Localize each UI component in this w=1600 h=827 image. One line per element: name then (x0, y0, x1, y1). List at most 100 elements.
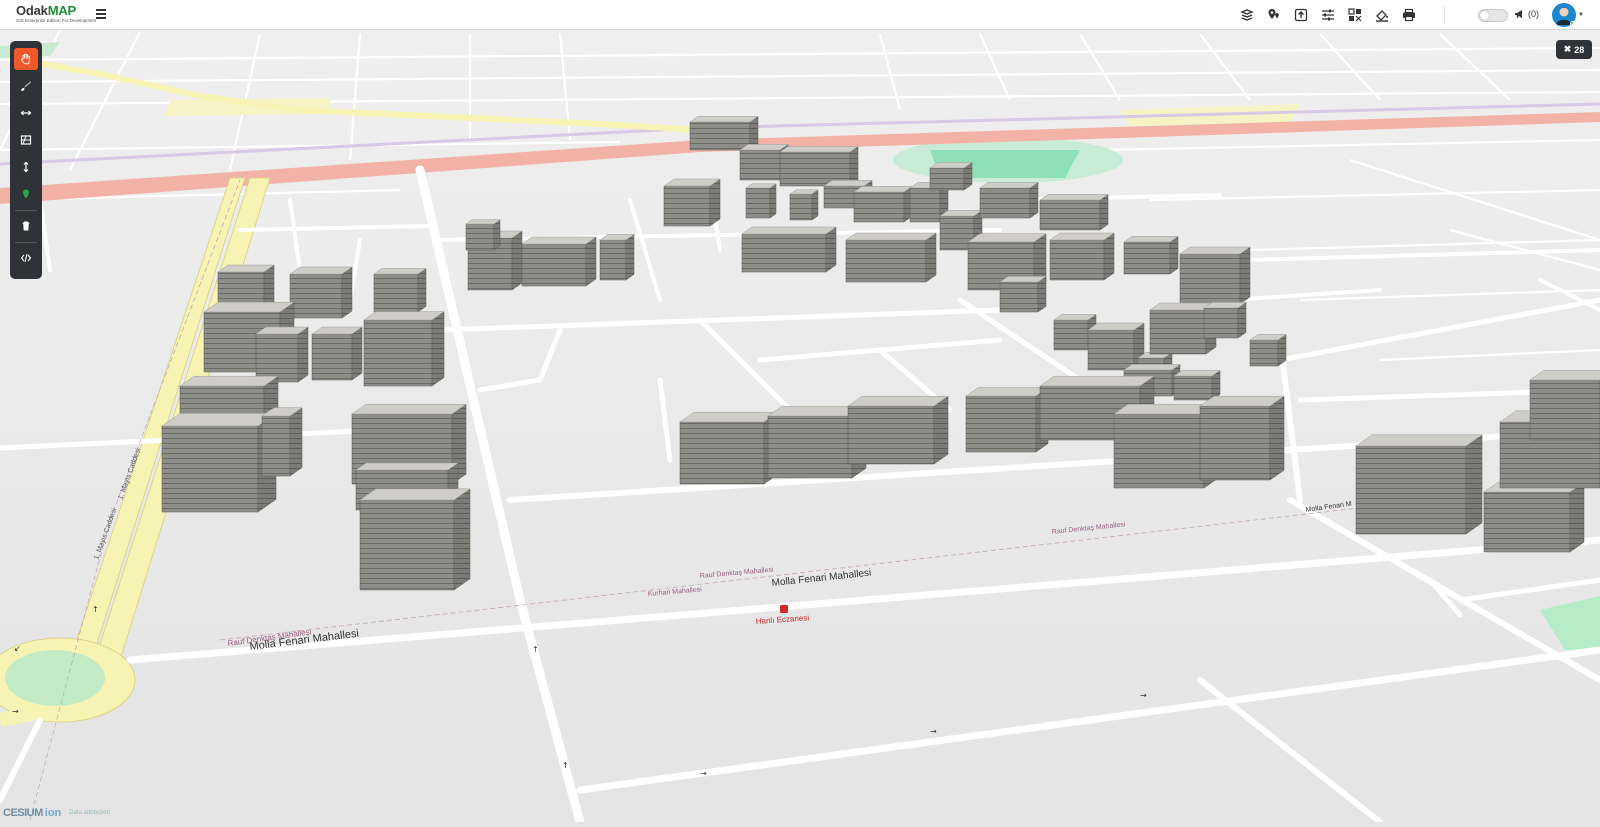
building-roof (1087, 322, 1145, 331)
building[interactable] (1529, 369, 1600, 441)
building-facade (1355, 445, 1467, 535)
measure-area-icon (20, 135, 32, 145)
data-attribution-link[interactable]: Data attribution (69, 810, 110, 816)
measure-height-button[interactable] (14, 156, 38, 178)
building[interactable] (1123, 235, 1179, 275)
building[interactable] (1483, 481, 1585, 553)
building[interactable] (359, 488, 471, 591)
building-side (933, 395, 949, 465)
pan-tool-button[interactable] (14, 48, 38, 70)
building-roof (689, 116, 759, 123)
building-roof (521, 236, 597, 245)
building[interactable] (1355, 434, 1483, 535)
print-icon[interactable] (1400, 6, 1418, 24)
map-viewport[interactable]: ↑ ↑ → → → ↑ ↙ → Molla Fenari Mahallesi M… (0, 29, 1600, 827)
building-roof (1039, 375, 1155, 387)
building[interactable] (1249, 333, 1287, 367)
building[interactable] (853, 185, 913, 223)
building[interactable] (1039, 193, 1109, 231)
app-logo[interactable]: OdakMAP GIS Enterprise Edition For Devel… (16, 3, 96, 26)
building[interactable] (289, 266, 353, 319)
cesium-credit[interactable]: CESIUM ion Data attribution (3, 806, 110, 820)
clear-button[interactable] (14, 215, 38, 237)
building[interactable] (465, 219, 501, 251)
building-facade (979, 187, 1031, 219)
measure-distance-icon (20, 110, 32, 116)
sliders-icon[interactable] (1319, 6, 1337, 24)
close-icon[interactable]: ✖ (1564, 44, 1572, 55)
building[interactable] (1087, 322, 1145, 371)
building[interactable] (521, 236, 597, 287)
building[interactable] (679, 411, 779, 485)
building-roof (979, 182, 1039, 189)
megaphone-icon (1515, 10, 1522, 19)
building-facade (161, 425, 259, 513)
layers-icon[interactable] (1238, 6, 1256, 24)
building-facade (1049, 239, 1105, 281)
notifications-button[interactable]: (0) (1514, 9, 1539, 19)
building[interactable] (1199, 395, 1285, 481)
building-roof (1199, 395, 1285, 407)
building-facade (1483, 491, 1571, 553)
building[interactable] (999, 275, 1047, 313)
chevron-down-icon[interactable]: ▼ (1578, 12, 1584, 18)
grid-tools-icon[interactable] (1346, 6, 1364, 24)
building[interactable] (779, 145, 859, 187)
building[interactable] (1173, 369, 1221, 401)
building[interactable] (979, 181, 1039, 219)
building[interactable] (1203, 301, 1247, 339)
building[interactable] (311, 326, 363, 381)
theme-toggle[interactable] (1478, 9, 1508, 22)
point-marker-button[interactable] (14, 183, 38, 205)
header-tools (1238, 6, 1418, 24)
building[interactable] (161, 412, 277, 513)
building[interactable] (1049, 232, 1115, 281)
code-button[interactable] (14, 247, 38, 269)
location-pins-icon[interactable] (1265, 6, 1283, 24)
building[interactable] (745, 183, 777, 219)
building-side (493, 219, 501, 251)
building[interactable] (373, 267, 427, 313)
svg-text:→: → (700, 769, 707, 778)
building-facade (1053, 319, 1089, 351)
building-facade (1113, 413, 1205, 489)
building[interactable] (965, 387, 1049, 453)
selection-count: 28 (1574, 44, 1585, 55)
measure-distance-button[interactable] (14, 102, 38, 124)
selection-count-badge[interactable]: ✖ 28 (1556, 40, 1592, 59)
building[interactable] (663, 178, 721, 227)
building-roof (359, 488, 471, 501)
draw-tool-button[interactable] (14, 75, 38, 97)
building-roof (203, 301, 295, 313)
building-roof (741, 226, 837, 235)
building-roof (965, 387, 1049, 397)
building-facade (965, 395, 1037, 453)
building[interactable] (255, 326, 309, 383)
toolbar-separator (15, 242, 37, 243)
building[interactable] (845, 232, 937, 283)
building[interactable] (789, 189, 819, 221)
building-roof (999, 276, 1047, 283)
building-side (1169, 235, 1179, 275)
menu-hamburger-icon[interactable] (96, 9, 106, 19)
svg-text:↑: ↑ (562, 761, 569, 770)
building[interactable] (1179, 246, 1251, 305)
building-facade (679, 421, 765, 485)
paint-bucket-icon[interactable] (1373, 6, 1391, 24)
measure-area-button[interactable] (14, 129, 38, 151)
building-side (511, 230, 523, 291)
upload-icon[interactable] (1292, 6, 1310, 24)
building[interactable] (847, 395, 949, 465)
building-side (625, 233, 635, 281)
building[interactable] (261, 407, 303, 477)
building-roof (1179, 246, 1251, 255)
building-facade (1087, 329, 1135, 371)
building[interactable] (599, 233, 635, 281)
building[interactable] (929, 161, 973, 191)
map-canvas[interactable]: ↑ ↑ → → → ↑ ↙ → Molla Fenari Mahallesi M… (0, 29, 1600, 827)
building[interactable] (363, 311, 445, 387)
building-roof (373, 268, 427, 275)
user-avatar[interactable] (1552, 3, 1576, 27)
building[interactable] (741, 226, 837, 273)
logo-text-odak: Odak (16, 3, 48, 18)
